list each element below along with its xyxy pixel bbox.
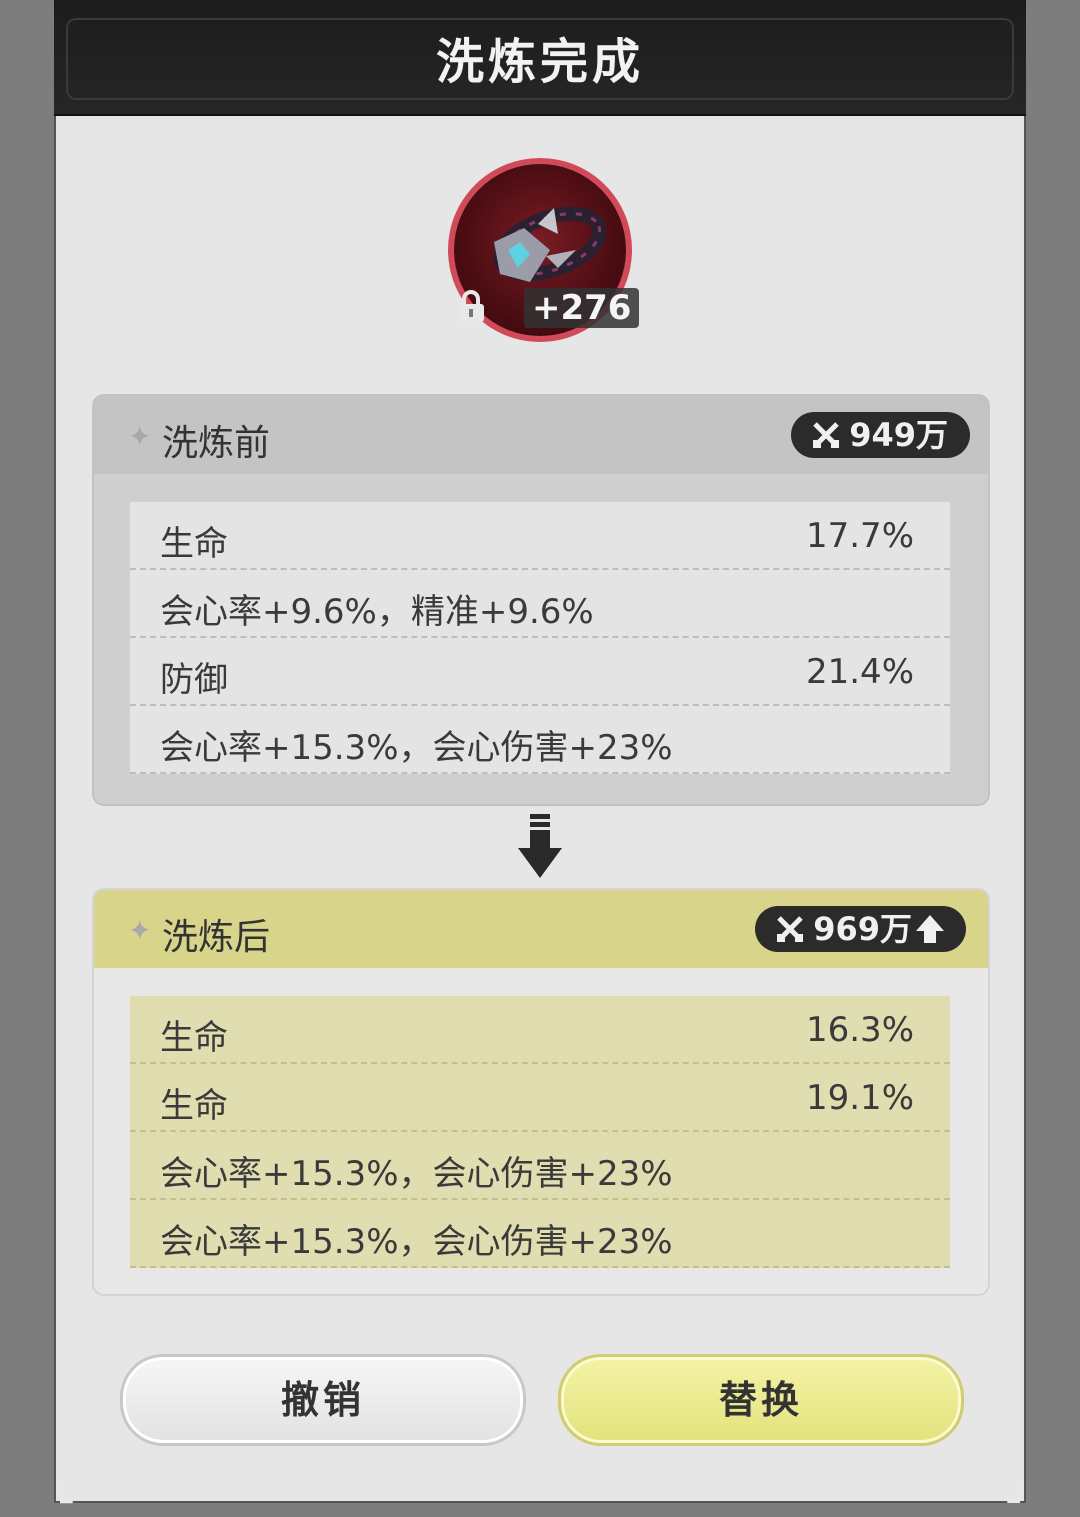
panel-title: 洗炼前 xyxy=(162,423,271,464)
dialog-title-bar: 洗炼完成 xyxy=(54,0,1026,116)
stat-list: 生命 17.7% 会心率+9.6%，精准+9.6% 防御 21.4% 会心率+1… xyxy=(130,502,950,774)
corner-ornament-icon: ⅃ xyxy=(1007,1477,1023,1510)
stat-label: 会心率+15.3%，会心伤害+23% xyxy=(160,1154,673,1194)
cancel-button[interactable]: 撤销 xyxy=(120,1354,526,1446)
panel-header: ✦ 洗炼前 949万 xyxy=(94,396,988,474)
stat-list: 生命 16.3% 生命 19.1% 会心率+15.3%，会心伤害+23% 会心率… xyxy=(130,996,950,1268)
crossed-swords-icon xyxy=(813,422,840,448)
stat-label: 生命 xyxy=(160,1018,228,1058)
dialog-title: 洗炼完成 xyxy=(435,34,644,90)
sparkle-icon: ✦ xyxy=(128,420,152,453)
lock-icon[interactable] xyxy=(454,290,488,324)
combat-power-value: 969万 xyxy=(813,910,912,948)
combat-power-value: 949万 xyxy=(849,416,948,454)
stat-label: 防御 xyxy=(160,660,228,700)
panel-title: 洗炼后 xyxy=(162,917,271,958)
combat-power-badge: 949万 xyxy=(791,412,970,458)
stat-row: 生命 17.7% xyxy=(130,502,950,570)
stat-row: 防御 21.4% xyxy=(130,638,950,706)
stat-row: 会心率+15.3%，会心伤害+23% xyxy=(130,1200,950,1268)
stat-value: 16.3% xyxy=(805,1010,914,1050)
item-level-badge: +276 xyxy=(524,288,640,328)
stat-label: 生命 xyxy=(160,524,228,564)
stat-value: 21.4% xyxy=(805,652,914,692)
stat-row: 会心率+15.3%，会心伤害+23% xyxy=(130,1132,950,1200)
arrow-down-icon xyxy=(518,814,562,878)
stat-label: 会心率+15.3%，会心伤害+23% xyxy=(160,728,673,768)
crossed-swords-icon xyxy=(777,916,804,942)
panel-header: ✦ 洗炼后 969万 xyxy=(94,890,988,968)
after-refine-panel: ✦ 洗炼后 969万 生命 16.3% 生命 19.1% 会心率+15.3%，会… xyxy=(92,888,990,1296)
refine-result-dialog: ⌐ ¬ L ⅃ 洗炼完成 +276 ✦ 洗炼前 xyxy=(53,0,1027,1509)
stat-row: 生命 16.3% xyxy=(130,996,950,1064)
stat-label: 会心率+15.3%，会心伤害+23% xyxy=(160,1222,673,1262)
sparkle-icon: ✦ xyxy=(128,914,152,947)
corner-ornament-icon: L xyxy=(57,1477,73,1510)
stat-value: 19.1% xyxy=(805,1078,914,1118)
before-refine-panel: ✦ 洗炼前 949万 生命 17.7% 会心率+9.6%，精准+9.6% 防御 … xyxy=(92,394,990,806)
stat-row: 会心率+9.6%，精准+9.6% xyxy=(130,570,950,638)
stat-label: 会心率+9.6%，精准+9.6% xyxy=(160,592,594,632)
increase-arrow-icon xyxy=(916,915,944,943)
combat-power-badge: 969万 xyxy=(755,906,966,952)
stat-row: 生命 19.1% xyxy=(130,1064,950,1132)
replace-button[interactable]: 替换 xyxy=(558,1354,964,1446)
stat-label: 生命 xyxy=(160,1086,228,1126)
stat-row: 会心率+15.3%，会心伤害+23% xyxy=(130,706,950,774)
stat-value: 17.7% xyxy=(805,516,914,556)
